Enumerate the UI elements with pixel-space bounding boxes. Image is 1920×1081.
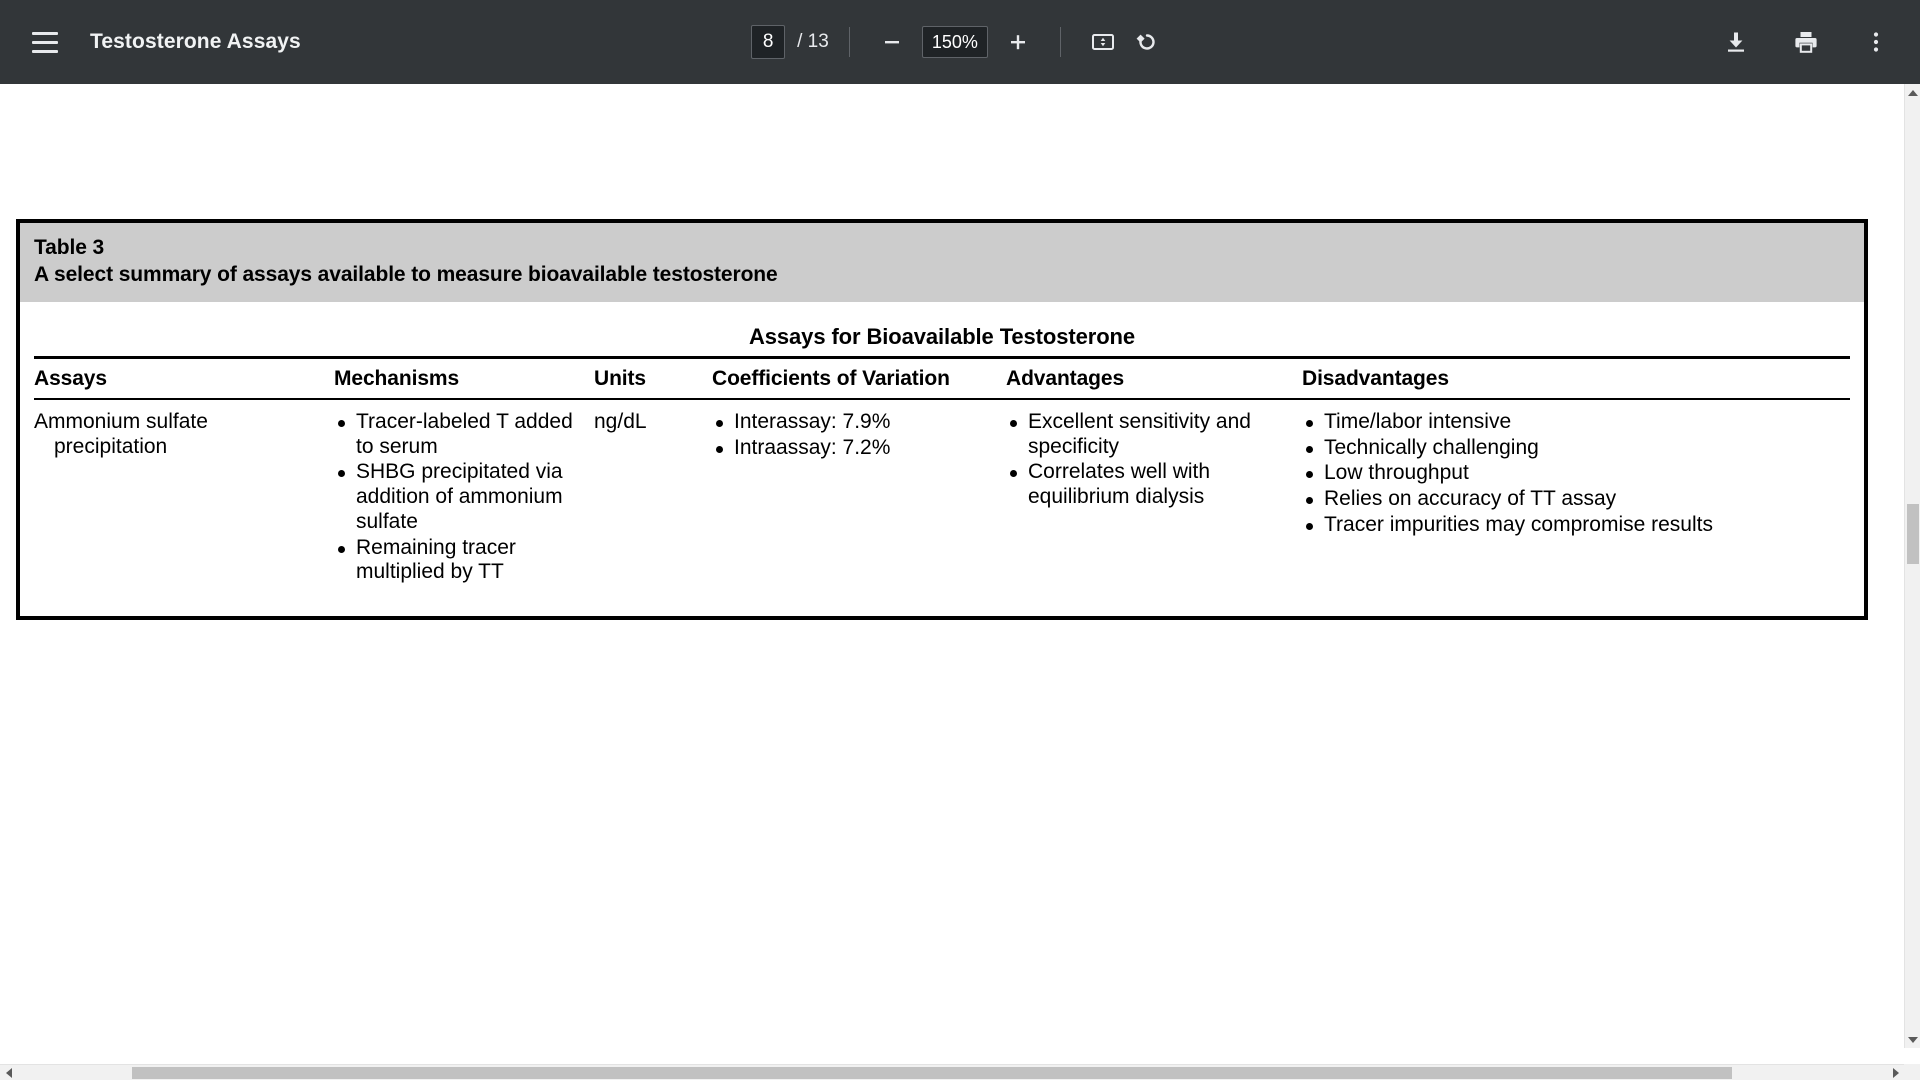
zoom-in-button[interactable] <box>996 20 1040 64</box>
rotate-button[interactable] <box>1125 20 1169 64</box>
fit-to-page-icon <box>1089 28 1117 56</box>
toolbar-right-group <box>1714 20 1898 64</box>
zoom-out-button[interactable] <box>870 20 914 64</box>
more-options-button[interactable] <box>1854 20 1898 64</box>
advantages-list: Excellent sensitivity and specificity Co… <box>1006 410 1292 510</box>
pdf-viewer-toolbar: Testosterone Assays / 13 150% <box>0 0 1920 84</box>
list-item: Relies on accuracy of TT assay <box>1302 487 1840 512</box>
list-item: Correlates well with equilibrium dialysi… <box>1006 460 1292 510</box>
scroll-left-arrow-icon[interactable] <box>0 1065 17 1081</box>
plus-icon <box>1006 30 1030 54</box>
table-row: Ammonium sulfate precipitation Tracer-la… <box>34 400 1850 600</box>
table-data-grid: Ammonium sulfate precipitation Tracer-la… <box>34 400 1850 600</box>
table-caption: Table 3 A select summary of assays avail… <box>20 223 1864 302</box>
toolbar-left-group: Testosterone Assays <box>0 19 301 65</box>
list-item: Remaining tracer multiplied by TT <box>334 536 584 586</box>
cell-units: ng/dL <box>594 400 712 600</box>
list-item: Low throughput <box>1302 461 1840 486</box>
table-caption-title: A select summary of assays available to … <box>34 262 1850 289</box>
toolbar-divider <box>849 27 850 57</box>
scrollbar-corner <box>1904 1064 1920 1080</box>
cell-mechanisms: Tracer-labeled T added to serum SHBG pre… <box>334 400 594 600</box>
vertical-scrollbar-thumb[interactable] <box>1907 504 1919 564</box>
cv-list: Interassay: 7.9% Intraassay: 7.2% <box>712 410 996 461</box>
minus-icon <box>880 30 904 54</box>
print-icon <box>1793 29 1819 55</box>
cell-cv: Interassay: 7.9% Intraassay: 7.2% <box>712 400 1006 600</box>
hamburger-bar <box>32 32 58 35</box>
print-button[interactable] <box>1784 20 1828 64</box>
list-item: Excellent sensitivity and specificity <box>1006 410 1292 460</box>
table-grid: Assays Mechanisms Units Coefficients of … <box>34 359 1850 398</box>
table-body-rows: Ammonium sulfate precipitation Tracer-la… <box>34 400 1850 600</box>
vertical-scrollbar[interactable] <box>1904 84 1920 1048</box>
column-header-cv: Coefficients of Variation <box>712 359 1006 398</box>
download-icon <box>1723 29 1749 55</box>
zoom-level-value[interactable]: 150% <box>922 26 988 58</box>
scroll-right-arrow-icon[interactable] <box>1887 1065 1904 1081</box>
disadvantages-list: Time/labor intensive Technically challen… <box>1302 410 1840 538</box>
hamburger-menu-icon[interactable] <box>22 19 68 65</box>
scroll-up-arrow-icon[interactable] <box>1905 84 1920 101</box>
column-header-mechanisms: Mechanisms <box>334 359 594 398</box>
list-item: SHBG precipitated via addition of ammoni… <box>334 460 584 534</box>
list-item: Tracer-labeled T added to serum <box>334 410 584 460</box>
document-title: Testosterone Assays <box>90 30 301 54</box>
table-header-row: Assays Mechanisms Units Coefficients of … <box>34 359 1850 398</box>
cell-disadvantages: Time/labor intensive Technically challen… <box>1302 400 1850 600</box>
fit-to-page-button[interactable] <box>1081 20 1125 64</box>
assay-name: Ammonium sulfate precipitation <box>34 410 324 460</box>
scroll-down-arrow-icon[interactable] <box>1905 1031 1920 1048</box>
cell-assay: Ammonium sulfate precipitation <box>34 400 334 600</box>
rotate-counterclockwise-icon <box>1133 28 1161 56</box>
pdf-document-viewport[interactable]: Table 3 A select summary of assays avail… <box>0 84 1904 1048</box>
table-body: Assays for Bioavailable Testosterone Ass… <box>20 302 1864 616</box>
column-header-disadvantages: Disadvantages <box>1302 359 1850 398</box>
horizontal-scrollbar-thumb[interactable] <box>132 1067 1732 1079</box>
horizontal-scrollbar[interactable] <box>0 1064 1904 1080</box>
column-header-assays: Assays <box>34 359 334 398</box>
cell-advantages: Excellent sensitivity and specificity Co… <box>1006 400 1302 600</box>
list-item: Intraassay: 7.2% <box>712 436 996 461</box>
hamburger-bar <box>32 41 58 44</box>
toolbar-divider <box>1060 27 1061 57</box>
list-item: Time/labor intensive <box>1302 410 1840 435</box>
hamburger-bar <box>32 50 58 53</box>
column-header-units: Units <box>594 359 712 398</box>
table-caption-label: Table 3 <box>34 235 1850 262</box>
more-options-icon <box>1863 29 1889 55</box>
mechanisms-list: Tracer-labeled T added to serum SHBG pre… <box>334 410 584 585</box>
column-header-advantages: Advantages <box>1006 359 1302 398</box>
list-item: Technically challenging <box>1302 436 1840 461</box>
download-button[interactable] <box>1714 20 1758 64</box>
page-number-input[interactable] <box>751 25 785 59</box>
table-span-header: Assays for Bioavailable Testosterone <box>34 312 1850 356</box>
list-item: Tracer impurities may compromise results <box>1302 513 1840 538</box>
page-count-label: / 13 <box>797 31 829 53</box>
list-item: Interassay: 7.9% <box>712 410 996 435</box>
pdf-page: Table 3 A select summary of assays avail… <box>0 84 1904 1048</box>
table-3: Table 3 A select summary of assays avail… <box>16 219 1868 620</box>
